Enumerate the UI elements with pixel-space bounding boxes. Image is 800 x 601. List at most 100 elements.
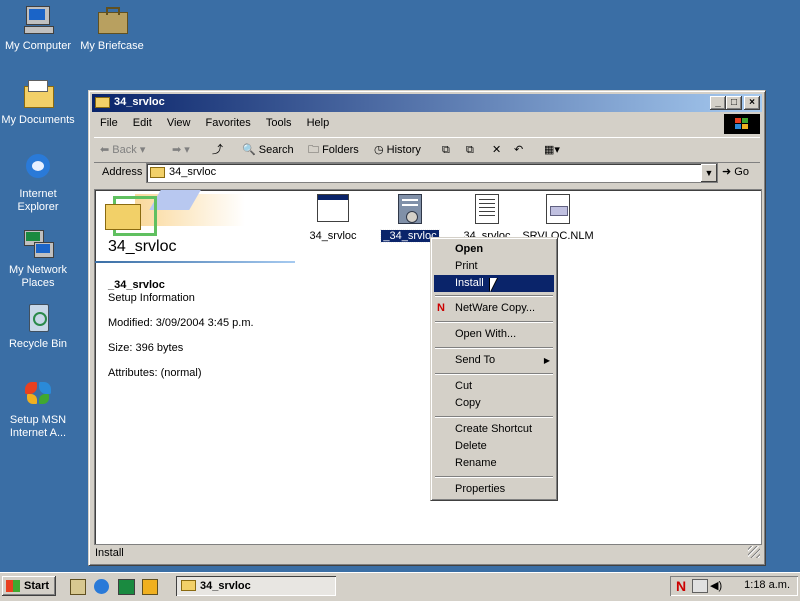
menu-separator bbox=[435, 321, 553, 323]
menu-item-create-shortcut[interactable]: Create Shortcut bbox=[434, 421, 554, 438]
menu-separator bbox=[435, 416, 553, 418]
copy-to-button[interactable]: ⧉ bbox=[466, 141, 474, 159]
internet-explorer-icon[interactable] bbox=[94, 579, 109, 594]
menu-view[interactable]: View bbox=[161, 115, 197, 131]
move-to-icon: ⧉ bbox=[442, 144, 450, 156]
forward-button[interactable]: ➡ ▾ bbox=[172, 141, 190, 159]
netware-n-icon[interactable]: N bbox=[676, 578, 686, 594]
up-folder-icon: ⤴ bbox=[212, 144, 223, 156]
desktop-icon-recycle-bin[interactable]: Recycle Bin bbox=[0, 302, 76, 351]
desktop-icon-my-computer[interactable]: My Computer bbox=[0, 4, 76, 53]
close-button[interactable]: × bbox=[744, 96, 760, 110]
menu-separator bbox=[435, 373, 553, 375]
network-icon[interactable] bbox=[118, 579, 135, 595]
undo-icon: ↶ bbox=[514, 144, 524, 156]
submenu-arrow-icon: ▶ bbox=[543, 356, 550, 365]
info-file-type: Setup Information bbox=[108, 292, 195, 304]
desktop-icon-my-briefcase[interactable]: My Briefcase bbox=[74, 4, 150, 53]
context-menu: Open Print Install N NetWare Copy... Ope… bbox=[430, 237, 558, 501]
desktop-icon-label: My Network Places bbox=[8, 264, 68, 289]
menu-item-open[interactable]: Open bbox=[434, 241, 554, 258]
desktop-icon-label: Recycle Bin bbox=[8, 338, 68, 350]
desktop-icon-internet-explorer[interactable]: Internet Explorer bbox=[0, 152, 76, 214]
chevron-down-icon: ▾ bbox=[139, 144, 146, 156]
delete-button[interactable]: ✕ bbox=[492, 141, 501, 159]
title-bar[interactable]: 34_srvloc _ □ × bbox=[92, 94, 762, 112]
copy-to-icon: ⧉ bbox=[466, 144, 474, 156]
media-player-icon[interactable] bbox=[142, 579, 158, 595]
menu-item-open-with[interactable]: Open With... bbox=[434, 326, 554, 343]
menu-item-cut[interactable]: Cut bbox=[434, 378, 554, 395]
info-folder-title: 34_srvloc bbox=[108, 238, 177, 255]
up-folder-button[interactable]: ⤴ bbox=[212, 141, 223, 159]
menu-item-delete[interactable]: Delete bbox=[434, 438, 554, 455]
history-button[interactable]: ◷ History bbox=[374, 141, 421, 159]
menu-edit[interactable]: Edit bbox=[127, 115, 158, 131]
go-arrow-icon: ➜ bbox=[722, 166, 732, 178]
start-button[interactable]: Start bbox=[2, 576, 56, 596]
desktop-icon-my-network-places[interactable]: My Network Places bbox=[0, 228, 76, 290]
menu-favorites[interactable]: Favorites bbox=[200, 115, 257, 131]
folder-banner-graphic bbox=[95, 190, 245, 240]
nlm-file-icon bbox=[542, 194, 574, 226]
folder-icon bbox=[105, 204, 141, 230]
menu-help[interactable]: Help bbox=[301, 115, 336, 131]
computer-icon bbox=[22, 4, 54, 36]
desktop-icon-label: Internet Explorer bbox=[17, 188, 59, 213]
menu-item-netware-copy[interactable]: N NetWare Copy... bbox=[434, 300, 554, 317]
views-button[interactable]: ▦▾ bbox=[544, 141, 560, 159]
file-item[interactable]: 34_srvloc bbox=[450, 194, 524, 242]
address-bar: Address 34_srvloc ▼ ➜ Go bbox=[94, 163, 760, 185]
text-document-icon bbox=[471, 194, 503, 226]
views-icon: ▦▾ bbox=[544, 144, 560, 156]
folders-button[interactable]: 🗀 Folders bbox=[308, 141, 359, 159]
menu-item-rename[interactable]: Rename bbox=[434, 455, 554, 472]
taskbar-button-34-srvloc[interactable]: 34_srvloc bbox=[176, 576, 336, 596]
menu-item-properties[interactable]: Properties bbox=[434, 481, 554, 498]
address-input[interactable]: 34_srvloc ▼ bbox=[146, 163, 718, 183]
status-bar: Install bbox=[92, 544, 762, 562]
system-tray: N ◀) 1:18 a.m. bbox=[670, 576, 798, 596]
search-icon: 🔍 bbox=[242, 144, 256, 156]
move-to-button[interactable]: ⧉ bbox=[442, 141, 450, 159]
briefcase-icon bbox=[96, 4, 128, 36]
menu-tools[interactable]: Tools bbox=[260, 115, 298, 131]
file-item[interactable]: SRVLOC.NLM bbox=[521, 194, 595, 242]
menu-item-copy[interactable]: Copy bbox=[434, 395, 554, 412]
folder-content: 34_srvloc _34_srvloc Setup Information M… bbox=[94, 189, 762, 545]
windows-logo-icon bbox=[724, 114, 760, 134]
folders-icon: 🗀 bbox=[308, 144, 319, 156]
address-dropdown-button[interactable]: ▼ bbox=[701, 164, 717, 182]
search-button[interactable]: 🔍 Search bbox=[242, 141, 294, 159]
file-item-selected[interactable]: _34_srvloc bbox=[373, 194, 447, 243]
taskbar: Start 34_srvloc N ◀) 1:18 a.m. bbox=[0, 572, 800, 601]
file-item[interactable]: 34_srvloc bbox=[296, 194, 370, 242]
netware-n-icon: N bbox=[437, 302, 445, 314]
history-icon: ◷ bbox=[374, 144, 384, 156]
resize-grip-icon[interactable] bbox=[748, 546, 760, 558]
menu-file[interactable]: File bbox=[94, 115, 124, 131]
menu-item-send-to[interactable]: Send To ▶ bbox=[434, 352, 554, 369]
desktop-icon-setup-msn[interactable]: Setup MSN Internet A... bbox=[0, 378, 76, 440]
undo-button[interactable]: ↶ bbox=[514, 141, 523, 159]
status-text: Install bbox=[95, 547, 124, 559]
quick-launch-bar bbox=[66, 577, 166, 597]
forward-arrow-icon: ➡ ▾ bbox=[172, 144, 190, 156]
minimize-button[interactable]: _ bbox=[710, 96, 726, 110]
menu-separator bbox=[435, 347, 553, 349]
tray-utility-icon[interactable] bbox=[692, 579, 708, 593]
maximize-button[interactable]: □ bbox=[726, 96, 742, 110]
mouse-cursor-icon bbox=[490, 278, 497, 292]
menu-item-print[interactable]: Print bbox=[434, 258, 554, 275]
back-button[interactable]: ⬅ Back ▾ bbox=[100, 141, 145, 159]
show-desktop-icon[interactable] bbox=[70, 579, 86, 595]
setup-information-icon bbox=[394, 194, 426, 226]
explorer-window: 34_srvloc _ □ × File Edit View Favorites… bbox=[88, 90, 766, 566]
clock: 1:18 a.m. bbox=[744, 579, 790, 591]
desktop-icon-my-documents[interactable]: My Documents bbox=[0, 78, 76, 127]
internet-explorer-icon bbox=[22, 152, 54, 184]
volume-icon[interactable]: ◀) bbox=[710, 579, 722, 592]
desktop-icon-label: My Briefcase bbox=[80, 40, 144, 52]
go-button[interactable]: ➜ Go bbox=[722, 163, 758, 181]
network-places-icon bbox=[22, 228, 54, 260]
